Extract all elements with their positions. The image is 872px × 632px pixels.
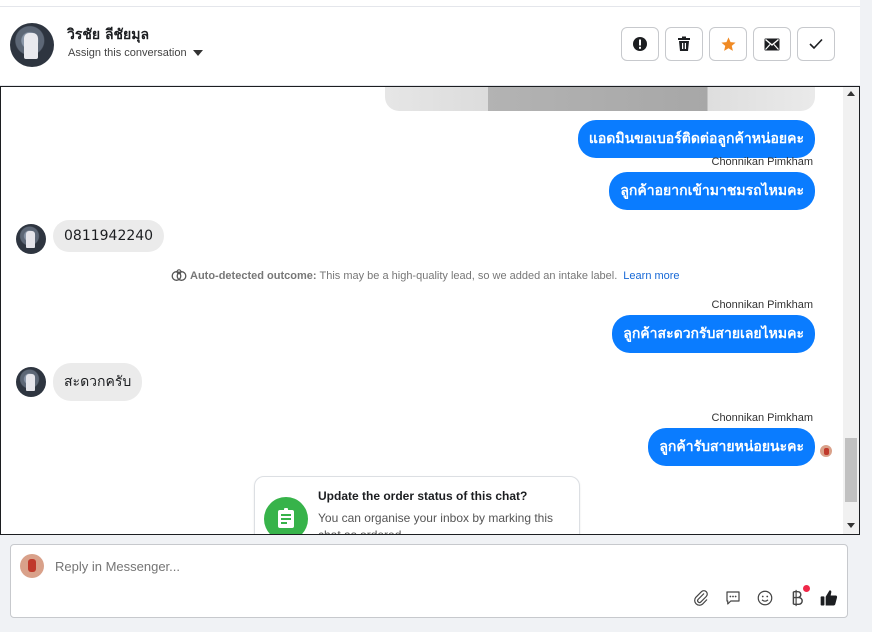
conversation-header: วิรชัย ลีชัยมุล Assign this conversation: [0, 0, 860, 86]
attach-file-button[interactable]: [691, 588, 711, 608]
contact-avatar-small: [16, 224, 46, 254]
caret-down-icon: [192, 50, 203, 56]
composer-toolbar: [691, 585, 839, 608]
outcome-label: Auto-detected outcome:: [190, 270, 317, 282]
incoming-message[interactable]: 0811942240: [53, 220, 165, 252]
page-avatar: [20, 554, 44, 578]
auto-detected-outcome: Auto-detected outcome: This may be a hig…: [171, 269, 680, 283]
scrollbar-thumb[interactable]: [845, 438, 857, 502]
thread-scrollbar[interactable]: [843, 87, 859, 534]
contact-name: วิรชัย ลีชัยมุล: [67, 27, 150, 43]
star-button[interactable]: [709, 27, 747, 61]
payment-request-button[interactable]: [787, 585, 810, 608]
reply-input[interactable]: [55, 559, 755, 574]
outgoing-message[interactable]: ลูกค้ารับสายหน่อยนะคะ: [648, 428, 815, 466]
image-attachment[interactable]: [385, 87, 815, 111]
card-body: You can organise your inbox by marking t…: [318, 511, 554, 535]
notification-dot: [803, 585, 810, 592]
saved-replies-button[interactable]: [723, 588, 743, 608]
mark-unread-button[interactable]: [753, 27, 791, 61]
header-divider: [0, 0, 860, 7]
lead-outcome-icon: [171, 269, 187, 281]
outgoing-message[interactable]: ลูกค้าสะดวกรับสายเลยไหมคะ: [612, 315, 815, 353]
mark-spam-button[interactable]: [621, 27, 659, 61]
envelope-icon: [764, 38, 780, 50]
learn-more-link[interactable]: Learn more: [623, 270, 679, 282]
outgoing-message[interactable]: แอดมินขอเบอร์ติดต่อลูกค้าหน่อยคะ: [577, 120, 815, 158]
seen-indicator-avatar: [819, 444, 833, 458]
order-icon: [264, 497, 308, 534]
outcome-text: This may be a high-quality lead, so we a…: [319, 270, 618, 282]
messenger-page: วิรชัย ลีชัยมุล Assign this conversation: [0, 0, 872, 632]
like-button[interactable]: [819, 588, 839, 608]
sender-name: Chonnikan Pimkham: [711, 299, 814, 311]
emoji-icon: [757, 590, 773, 606]
reply-composer[interactable]: [10, 544, 848, 618]
message-thread[interactable]: แอดมินขอเบอร์ติดต่อลูกค้าหน่อยคะ Chonnik…: [0, 86, 860, 535]
baht-icon: [792, 589, 803, 607]
checkmark-icon: [809, 38, 823, 50]
scroll-down-arrow-icon[interactable]: [847, 523, 855, 528]
trash-icon: [678, 36, 690, 51]
mark-done-button[interactable]: [797, 27, 835, 61]
order-status-card[interactable]: Update the order status of this chat? Yo…: [254, 476, 580, 535]
card-title: Update the order status of this chat?: [318, 489, 528, 503]
contact-avatar-small: [16, 367, 46, 397]
saved-reply-icon: [726, 591, 740, 605]
delete-button[interactable]: [665, 27, 703, 61]
contact-avatar[interactable]: [10, 23, 54, 67]
sender-name: Chonnikan Pimkham: [711, 412, 814, 424]
incoming-message[interactable]: สะดวกครับ: [53, 363, 143, 401]
emoji-button[interactable]: [755, 588, 775, 608]
outgoing-message[interactable]: ลูกค้าอยากเข้ามาชมรถไหมคะ: [609, 172, 815, 210]
header-actions: [621, 27, 835, 61]
alert-circle-icon: [633, 37, 647, 51]
paperclip-icon: [694, 590, 708, 606]
sender-name: Chonnikan Pimkham: [711, 156, 814, 168]
scroll-up-arrow-icon[interactable]: [847, 91, 855, 96]
assign-conversation-dropdown[interactable]: Assign this conversation: [68, 47, 203, 59]
assign-label: Assign this conversation: [68, 47, 187, 59]
thumbs-up-icon: [820, 590, 838, 606]
star-icon: [720, 36, 736, 51]
